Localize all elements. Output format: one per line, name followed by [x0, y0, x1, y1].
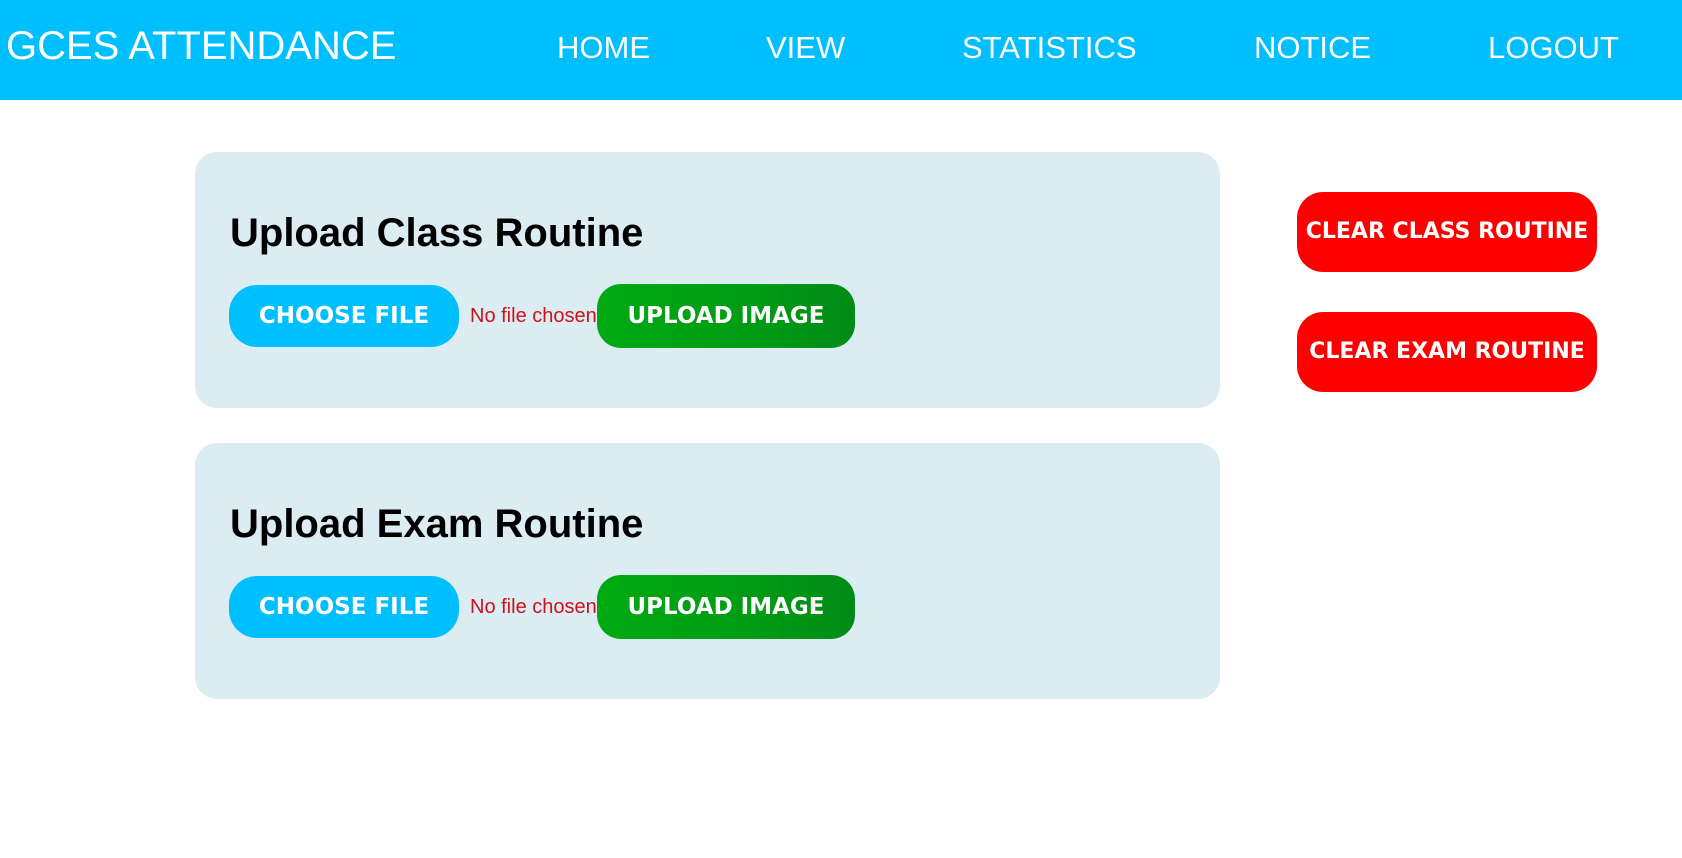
exam-routine-title: Upload Exam Routine: [230, 502, 644, 546]
class-file-status: No file chosen: [470, 305, 597, 327]
class-choose-file-button[interactable]: CHOOSE FILE: [229, 285, 459, 347]
exam-routine-card: Upload Exam Routine CHOOSE FILE No file …: [195, 443, 1220, 699]
class-upload-image-button[interactable]: UPLOAD IMAGE: [597, 284, 855, 348]
nav-logout[interactable]: LOGOUT: [1488, 30, 1619, 66]
nav-view[interactable]: VIEW: [766, 30, 845, 66]
exam-upload-image-button[interactable]: UPLOAD IMAGE: [597, 575, 855, 639]
brand-title: GCES ATTENDANCE: [6, 24, 397, 68]
class-routine-card: Upload Class Routine CHOOSE FILE No file…: [195, 152, 1220, 408]
clear-class-routine-button[interactable]: CLEAR CLASS ROUTINE: [1297, 192, 1597, 272]
nav-statistics[interactable]: STATISTICS: [962, 30, 1137, 66]
top-navbar: GCES ATTENDANCE HOME VIEW STATISTICS NOT…: [0, 0, 1682, 100]
class-routine-title: Upload Class Routine: [230, 211, 644, 255]
nav-home[interactable]: HOME: [557, 30, 650, 66]
nav-notice[interactable]: NOTICE: [1254, 30, 1371, 66]
clear-exam-routine-button[interactable]: CLEAR EXAM ROUTINE: [1297, 312, 1597, 392]
exam-file-status: No file chosen: [470, 596, 597, 618]
exam-choose-file-button[interactable]: CHOOSE FILE: [229, 576, 459, 638]
